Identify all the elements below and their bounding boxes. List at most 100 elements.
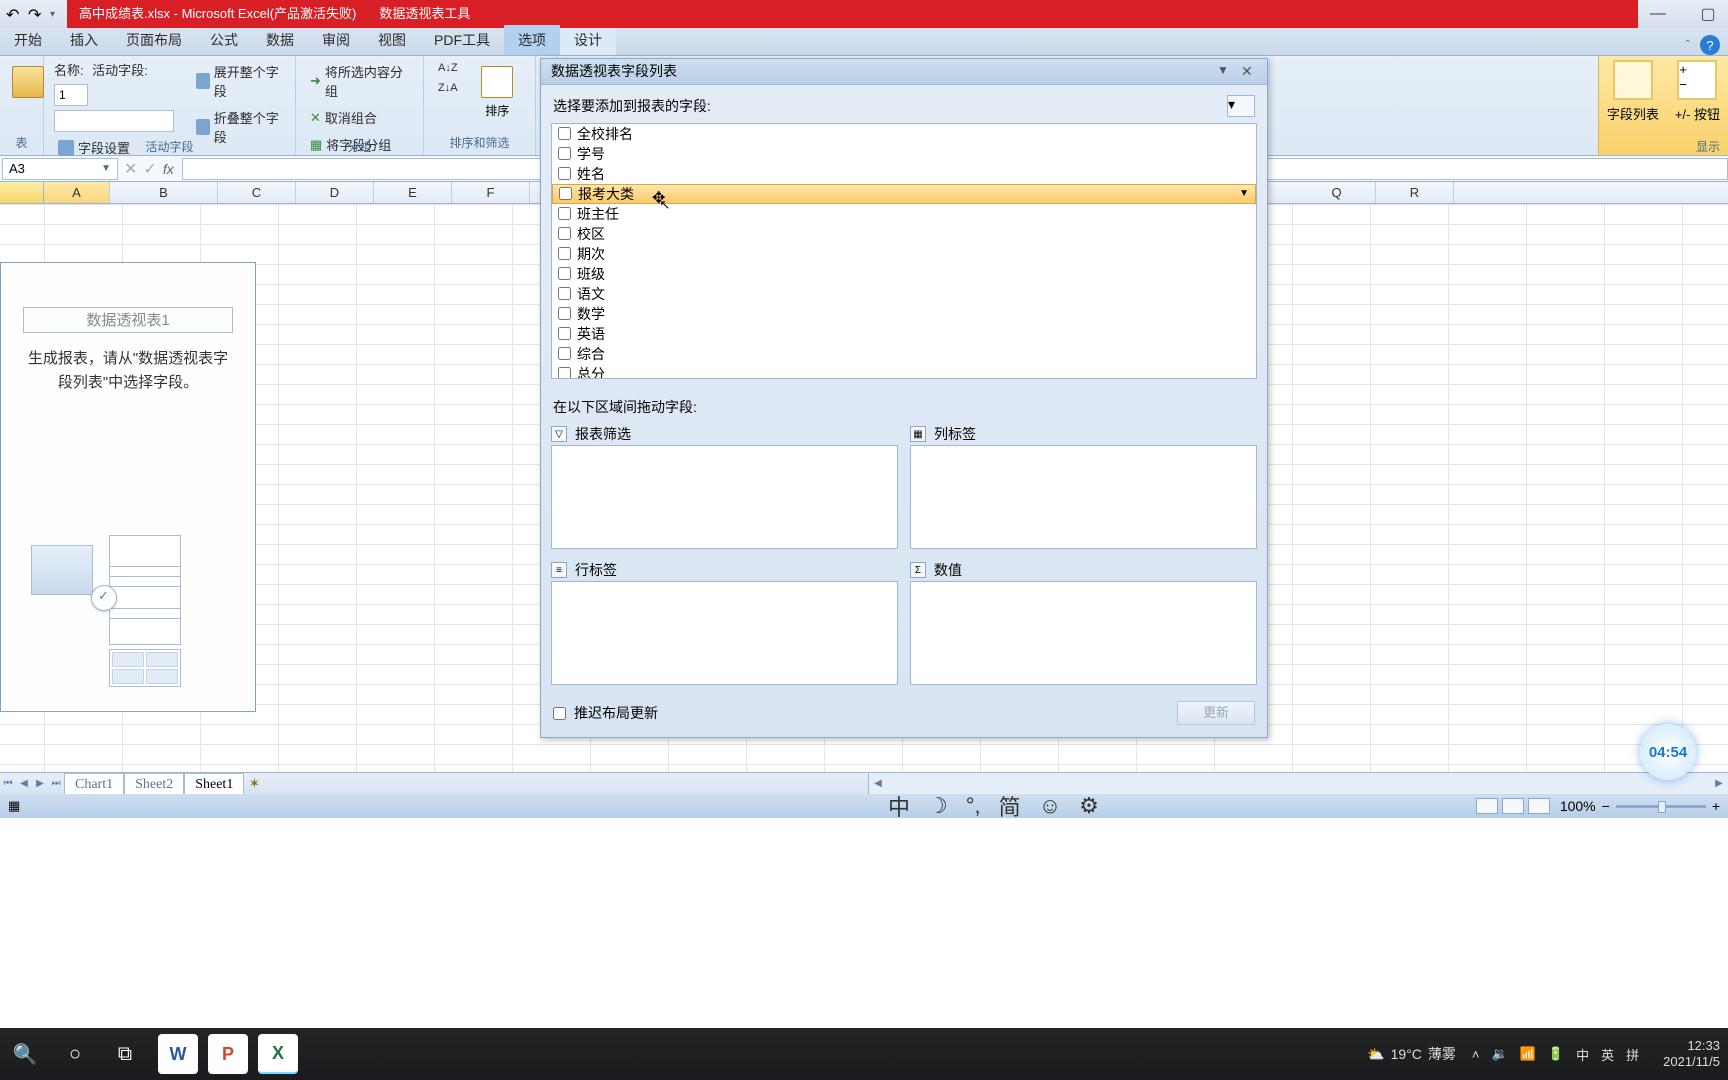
excel-app-icon[interactable]: X [258, 1034, 298, 1074]
field-list-button[interactable]: 字段列表 [1599, 56, 1667, 155]
field-checkbox[interactable] [558, 207, 571, 220]
clock[interactable]: 12:33 2021/11/5 [1663, 1038, 1720, 1069]
tab-data[interactable]: 数据 [252, 25, 308, 55]
field-item-7[interactable]: 班级 [552, 264, 1256, 284]
col-D[interactable]: D [296, 182, 374, 203]
tab-pdf[interactable]: PDF工具 [420, 25, 504, 55]
field-item-8[interactable]: 语文 [552, 284, 1256, 304]
view-normal-icon[interactable] [1476, 798, 1498, 814]
col-F[interactable]: F [452, 182, 530, 203]
field-checkbox[interactable] [558, 347, 571, 360]
sort-asc-button[interactable]: A↓Z [434, 60, 462, 76]
tab-home[interactable]: 开始 [0, 25, 56, 55]
col-A[interactable]: A [44, 182, 110, 203]
field-item-12[interactable]: 总分 [552, 364, 1256, 379]
field-checkbox[interactable] [559, 187, 572, 200]
field-item-1[interactable]: 学号 [552, 144, 1256, 164]
zoom-in-icon[interactable]: + [1712, 798, 1720, 814]
fields-list[interactable]: 全校排名学号姓名报考大类▼班主任校区期次班级语文数学英语综合总分奖学金 [551, 123, 1257, 379]
zoom-level[interactable]: 100% [1560, 798, 1596, 814]
sheet-nav-first[interactable]: ⏮ [0, 778, 16, 789]
undo-icon[interactable]: ↶ [6, 5, 24, 23]
field-checkbox[interactable] [558, 367, 571, 379]
chevron-down-icon[interactable]: ▼ [1239, 188, 1249, 199]
col-Q[interactable]: Q [1298, 182, 1376, 203]
pivottable-button[interactable] [10, 60, 46, 108]
view-page-layout-icon[interactable] [1502, 798, 1524, 814]
wifi-icon[interactable]: 📶 [1520, 1046, 1536, 1062]
name-input[interactable] [54, 84, 88, 106]
group-selection-button[interactable]: ➜ 将所选内容分组 [306, 60, 413, 102]
chevron-down-icon[interactable]: ▼ [101, 163, 111, 174]
field-checkbox[interactable] [558, 227, 571, 240]
report-filter-area[interactable] [551, 445, 898, 549]
weather-widget[interactable]: ⛅ 19°C 薄雾 [1367, 1044, 1456, 1064]
field-item-11[interactable]: 综合 [552, 344, 1256, 364]
tab-options[interactable]: 选项 [504, 25, 560, 55]
zoom-slider[interactable] [1616, 805, 1706, 808]
field-item-9[interactable]: 数学 [552, 304, 1256, 324]
sheet-tab-chart1[interactable]: Chart1 [64, 773, 124, 795]
sort-desc-button[interactable]: Z↓A [434, 80, 462, 96]
worksheet-grid[interactable]: 数据透视表1 生成报表，请从"数据透视表字段列表"中选择字段。 数据透视表字段列… [0, 204, 1728, 772]
column-labels-area[interactable] [910, 445, 1257, 549]
task-view-icon[interactable]: ⧉ [108, 1037, 142, 1071]
search-icon[interactable]: 🔍 [8, 1037, 42, 1071]
cortana-icon[interactable]: ○ [58, 1037, 92, 1071]
field-checkbox[interactable] [558, 307, 571, 320]
col-R[interactable]: R [1376, 182, 1454, 203]
powerpoint-app-icon[interactable]: P [208, 1034, 248, 1074]
field-item-4[interactable]: 班主任 [552, 204, 1256, 224]
field-list-menu-icon[interactable]: ▼ [1217, 63, 1233, 79]
sheet-nav-prev[interactable]: ◀ [16, 778, 32, 789]
pivottable-placeholder[interactable]: 数据透视表1 生成报表，请从"数据透视表字段列表"中选择字段。 [0, 262, 256, 712]
field-item-0[interactable]: 全校排名 [552, 124, 1256, 144]
enter-formula-icon[interactable]: ✓ [143, 159, 156, 179]
update-button[interactable]: 更新 [1177, 701, 1255, 725]
field-item-2[interactable]: 姓名 [552, 164, 1256, 184]
col-E[interactable]: E [374, 182, 452, 203]
row-labels-area[interactable] [551, 581, 898, 685]
active-field-input[interactable] [54, 110, 174, 132]
field-checkbox[interactable] [558, 287, 571, 300]
sort-button[interactable]: 排序 [470, 60, 525, 125]
ungroup-button[interactable]: ✕ 取消组合 [306, 106, 413, 129]
maximize-button[interactable]: ▢ [1698, 4, 1718, 24]
fx-icon[interactable]: fx [163, 161, 174, 177]
volume-icon[interactable]: 🔉 [1492, 1046, 1508, 1062]
field-checkbox[interactable] [558, 247, 571, 260]
tab-design[interactable]: 设计 [560, 25, 616, 55]
help-icon[interactable]: ? [1700, 35, 1720, 55]
minimize-button[interactable]: — [1648, 4, 1668, 24]
view-page-break-icon[interactable] [1528, 798, 1550, 814]
tab-review[interactable]: 审阅 [308, 25, 364, 55]
field-checkbox[interactable] [558, 167, 571, 180]
values-area[interactable] [910, 581, 1257, 685]
field-item-6[interactable]: 期次 [552, 244, 1256, 264]
zoom-out-icon[interactable]: − [1602, 798, 1610, 814]
layout-options-button[interactable]: ▾ [1227, 95, 1255, 117]
col-C[interactable]: C [218, 182, 296, 203]
sheet-nav-next[interactable]: ▶ [32, 778, 48, 789]
col-B[interactable]: B [110, 182, 218, 203]
tray-chevron-icon[interactable]: ˄ [1472, 1047, 1480, 1062]
new-sheet-button[interactable]: ✶ [244, 775, 264, 792]
field-checkbox[interactable] [558, 327, 571, 340]
battery-icon[interactable]: 🔋 [1548, 1046, 1564, 1062]
defer-layout-checkbox[interactable] [553, 707, 566, 720]
field-item-5[interactable]: 校区 [552, 224, 1256, 244]
select-all-corner[interactable] [0, 182, 44, 203]
field-checkbox[interactable] [558, 267, 571, 280]
field-checkbox[interactable] [558, 127, 571, 140]
sheet-tab-sheet1[interactable]: Sheet1 [184, 773, 244, 795]
tab-formula[interactable]: 公式 [196, 25, 252, 55]
minimize-ribbon-icon[interactable]: ˆ [1685, 37, 1690, 53]
field-checkbox[interactable] [558, 147, 571, 160]
close-icon[interactable]: ✕ [1241, 63, 1257, 79]
field-item-3[interactable]: 报考大类▼ [552, 184, 1256, 204]
sheet-tab-sheet2[interactable]: Sheet2 [124, 773, 184, 795]
redo-icon[interactable]: ↷ [28, 5, 46, 23]
ime-bar[interactable]: 中☽°,简☺⚙ [888, 790, 1099, 822]
sheet-nav-last[interactable]: ⏭ [48, 778, 64, 789]
name-box[interactable]: A3▼ [2, 158, 118, 180]
